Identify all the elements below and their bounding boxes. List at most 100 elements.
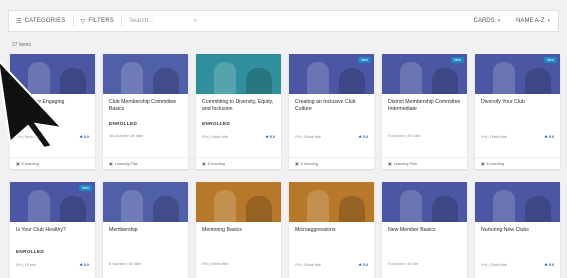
course-card[interactable]: Mentoring Basics 0% | 20min title — [196, 182, 281, 278]
search-placeholder: Search... — [128, 18, 153, 24]
course-type-icon: ▣ — [388, 162, 392, 166]
course-card[interactable]: New Is Your Club Healthy? ENROLLED 0% | 15 … — [10, 182, 95, 278]
chevron-down-icon: ▾ — [497, 18, 501, 24]
course-type: ▣ E-learning — [196, 157, 281, 169]
course-title[interactable]: Nurturing New Clubs — [475, 222, 560, 244]
course-meta: 0% | 9min title ★ 5.0 — [10, 134, 95, 140]
course-title[interactable]: Mentoring Basics — [196, 222, 281, 244]
thumbnail-figure — [246, 68, 272, 94]
course-title[interactable]: ...ctices for Engaging — [10, 94, 95, 116]
course-title[interactable]: Is Your Club Healthy? — [10, 222, 95, 244]
new-badge: New — [450, 57, 464, 63]
rating-value: 5.0 — [83, 262, 89, 267]
thumbnail-figure — [493, 62, 515, 94]
course-card[interactable]: ...ctices for Engaging ENROLLED 0% | 9min … — [10, 54, 95, 169]
enrolled-status — [289, 122, 374, 129]
rating-value: 5.0 — [548, 134, 554, 139]
course-meta: 8 courses | 4h 48m — [103, 262, 188, 266]
course-title[interactable]: Committing to Diversity, Equity, and Inc… — [196, 94, 281, 116]
course-meta: 6 courses | 3h 14m — [382, 134, 467, 138]
new-badge: New — [357, 57, 371, 63]
course-card[interactable]: Nurturing New Clubs 0% | 10min title ★ 5.0 — [475, 182, 560, 278]
course-duration: 0% | 15min title — [295, 262, 321, 267]
sort-select[interactable]: NAME A-Z ▾ — [508, 18, 558, 24]
categories-icon: ☰ — [16, 18, 22, 25]
course-meta: 0% | 10min title ★ 5.0 — [196, 134, 281, 140]
course-duration: 8 courses | 4h 48m — [109, 262, 142, 266]
search-input[interactable]: Search... ⌕ — [122, 11, 202, 31]
thumbnail-figure — [121, 62, 143, 94]
course-thumbnail — [475, 182, 560, 222]
enrolled-status: ENROLLED — [16, 250, 44, 255]
course-thumbnail — [103, 54, 188, 94]
course-rating: ★ 5.0 — [358, 262, 368, 268]
thumbnail-figure — [400, 190, 422, 222]
filters-label: FILTERS — [88, 18, 114, 24]
course-card[interactable]: Membership 8 courses | 4h 48m — [103, 182, 188, 278]
course-meta: 16 courses | 3h 48m — [103, 134, 188, 138]
course-type: ▣ Learning Plan — [103, 157, 188, 169]
course-card[interactable]: Committing to Diversity, Equity, and Inc… — [196, 54, 281, 169]
course-title[interactable]: Membership — [103, 222, 188, 244]
course-thumbnail — [10, 54, 95, 94]
view-label: CARDS — [473, 18, 495, 24]
course-title[interactable]: Club Membership Committee Basics — [103, 94, 188, 116]
course-duration: 0% | 15 min — [16, 262, 36, 267]
course-type-label: E-learning — [300, 161, 318, 166]
course-grid: ...ctices for Engaging ENROLLED 0% | 9min … — [10, 54, 561, 278]
star-icon: ★ — [544, 263, 548, 267]
course-title[interactable]: Diversify Your Club — [475, 94, 560, 116]
course-meta: 0% | 10min title ★ 5.0 — [475, 262, 560, 268]
course-card[interactable]: New Diversify Your Club 0% | 18min title ★ 5… — [475, 54, 560, 169]
course-thumbnail — [103, 182, 188, 222]
rating-value: 5.0 — [548, 262, 554, 267]
course-type-icon: ▣ — [202, 162, 206, 166]
thumbnail-figure — [307, 190, 329, 222]
thumbnail-figure — [214, 190, 236, 222]
course-type-label: Learning Plan — [393, 161, 418, 166]
categories-label: CATEGORIES — [24, 18, 66, 24]
toolbar: ☰ CATEGORIES ▽ FILTERS Search... ⌕ CARDS… — [8, 10, 559, 32]
course-type-label: E-learning — [21, 161, 39, 166]
course-meta: 6 courses | 1h 8m — [382, 262, 467, 266]
thumbnail-figure — [28, 190, 50, 222]
view-select[interactable]: CARDS ▾ — [466, 18, 509, 24]
course-thumbnail: New — [289, 54, 374, 94]
course-title[interactable]: Microaggressions — [289, 222, 374, 244]
categories-button[interactable]: ☰ CATEGORIES — [9, 11, 73, 31]
course-card[interactable]: New Creating an Inclusive Club Culture 0% … — [289, 54, 374, 169]
course-card[interactable]: Microaggressions 0% | 15min title ★ 5.0 — [289, 182, 374, 278]
chevron-down-icon: ▾ — [547, 18, 550, 24]
course-title[interactable]: New Member Basics — [382, 222, 467, 244]
enrolled-status: ENROLLED — [16, 122, 44, 127]
filters-button[interactable]: ▽ FILTERS — [74, 11, 121, 31]
star-icon: ★ — [358, 263, 362, 267]
course-type-icon: ▣ — [109, 162, 113, 166]
thumbnail-figure — [400, 62, 422, 94]
thumbnail-figure — [214, 62, 236, 94]
thumbnail-figure — [60, 196, 86, 222]
rating-value: 5.0 — [362, 134, 368, 139]
course-card[interactable]: New District Membership Committee Interme… — [382, 54, 467, 169]
enrolled-status — [475, 122, 560, 129]
star-icon: ★ — [358, 135, 362, 139]
enrolled-status — [475, 250, 560, 257]
thumbnail-figure — [28, 62, 50, 94]
star-icon: ★ — [79, 135, 83, 139]
course-card[interactable]: New Member Basics 6 courses | 1h 8m — [382, 182, 467, 278]
course-rating: ★ 5.0 — [544, 262, 554, 268]
enrolled-status — [382, 250, 467, 257]
course-card[interactable]: Club Membership Committee Basics ENROLLED… — [103, 54, 188, 169]
enrolled-status: ENROLLED — [109, 122, 137, 127]
enrolled-status — [196, 250, 281, 257]
rating-value: 5.0 — [83, 134, 89, 139]
course-title[interactable]: Creating an Inclusive Club Culture — [289, 94, 374, 116]
course-meta: 0% | 15 min ★ 5.0 — [10, 262, 95, 268]
new-badge: New — [543, 57, 557, 63]
course-title[interactable]: District Membership Committee Intermedia… — [382, 94, 467, 116]
new-badge: New — [78, 185, 92, 191]
enrolled-status — [289, 250, 374, 257]
course-type-label: E-learning — [207, 161, 225, 166]
star-icon: ★ — [544, 135, 548, 139]
search-icon[interactable]: ⌕ — [194, 18, 197, 25]
